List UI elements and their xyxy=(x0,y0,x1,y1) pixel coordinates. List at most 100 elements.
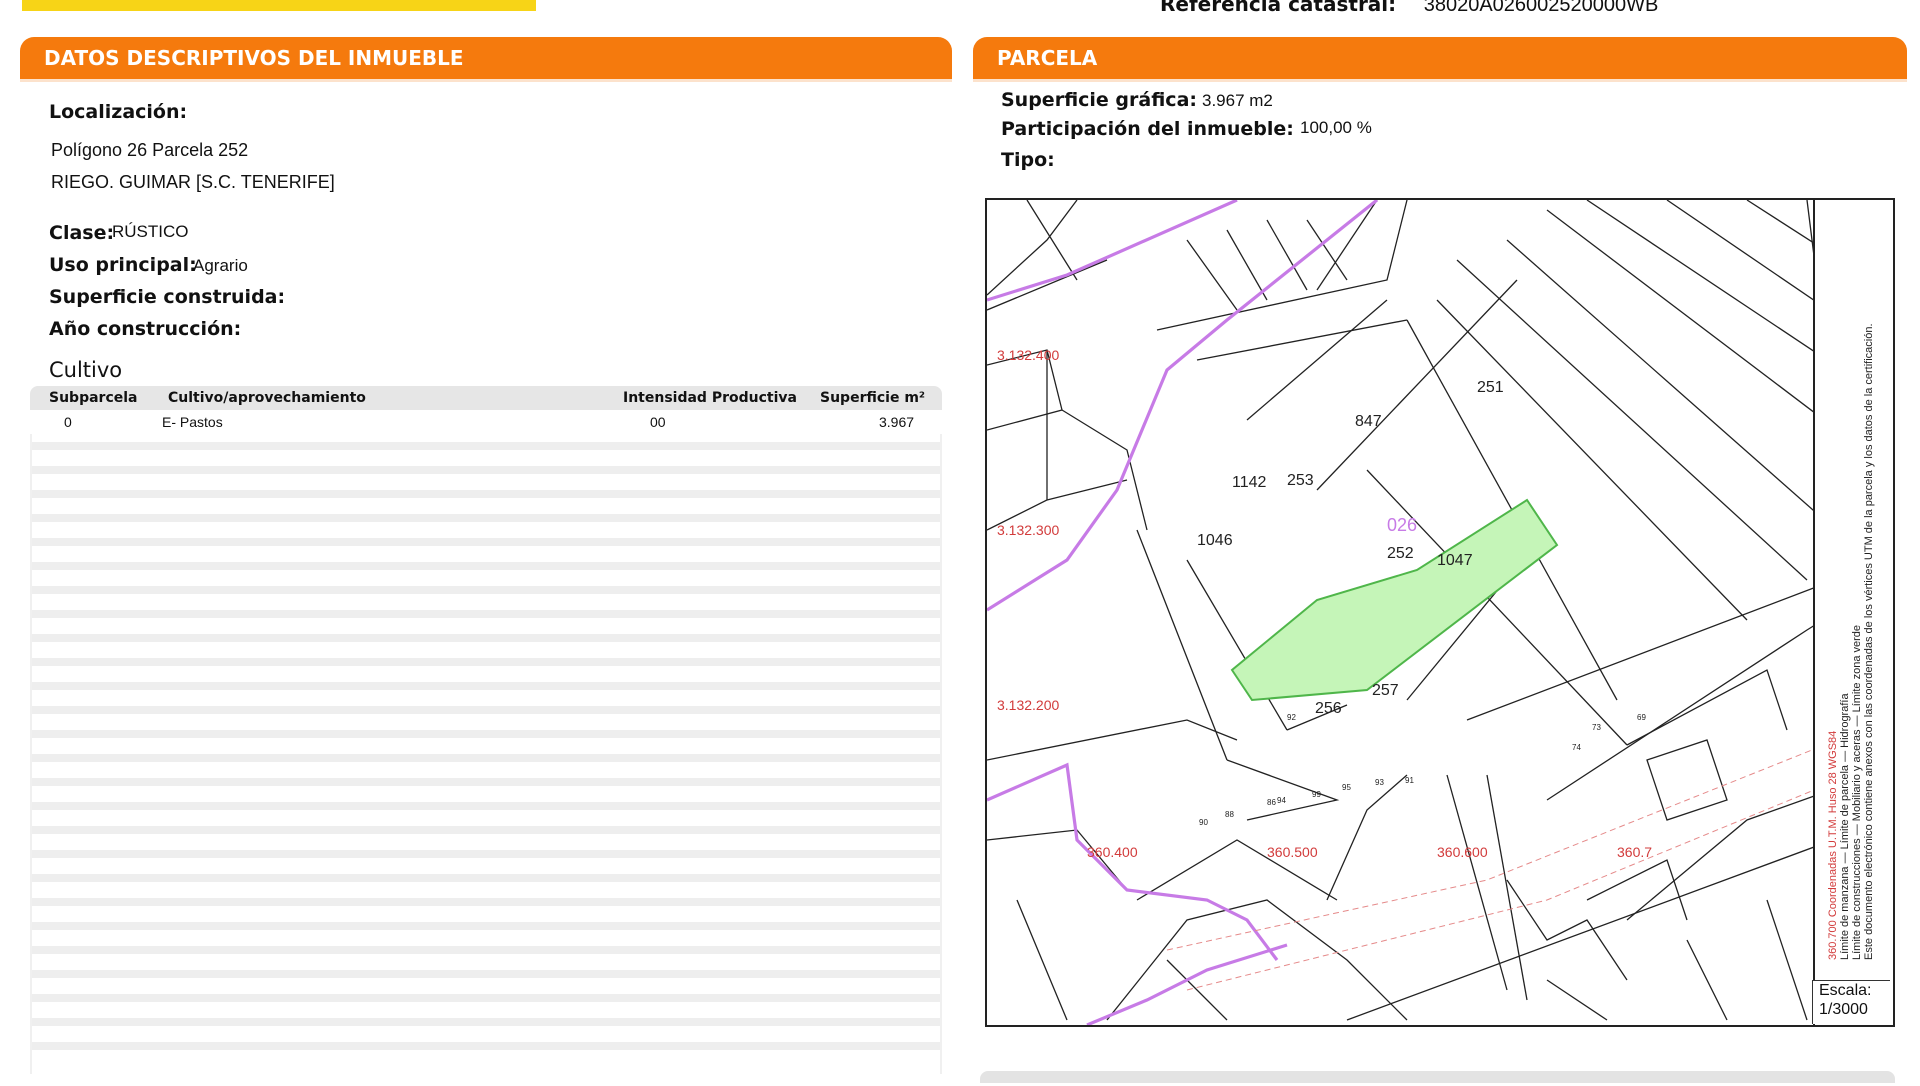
cell-subparcela: 0 xyxy=(64,414,72,430)
col-cultivo: Cultivo/aprovechamiento xyxy=(168,390,366,406)
participacion-value: 100,00 % xyxy=(1300,118,1372,137)
table-row: 0 E- Pastos 00 3.967 xyxy=(30,411,942,433)
col-superficie: Superficie m² xyxy=(820,390,926,406)
parcel-label: 256 xyxy=(1315,700,1342,717)
col-intensidad: Intensidad Productiva xyxy=(623,390,797,406)
sup-grafica-value: 3.967 m2 xyxy=(1202,91,1273,110)
table-row xyxy=(32,994,940,1002)
uso-label: Uso principal: xyxy=(49,254,197,276)
map-scale: Escala: 1/3000 xyxy=(1812,980,1890,1024)
parcel-label: 252 xyxy=(1387,545,1414,562)
table-row xyxy=(32,610,940,618)
table-row xyxy=(32,778,940,786)
sup-grafica-label: Superficie gráfica: xyxy=(1001,89,1197,111)
table-row xyxy=(32,1042,940,1050)
referencia-catastral: Referencia catastral: 38020A026002520000… xyxy=(1160,0,1658,17)
anio-construccion-label: Año construcción: xyxy=(49,318,242,340)
coord-label: 3.132.400 xyxy=(997,347,1059,363)
table-row xyxy=(32,898,940,906)
table-row xyxy=(32,1018,940,1026)
coord-label: 360.500 xyxy=(1267,844,1318,860)
cell-cultivo: E- Pastos xyxy=(162,414,223,430)
building-number-label: 99 xyxy=(1312,790,1321,799)
table-row xyxy=(32,490,940,498)
legend-text: 360.700 Coordenadas U.T.M. Huso 28 WGS84… xyxy=(1827,200,1875,960)
clase-label: Clase: xyxy=(49,222,115,244)
table-row xyxy=(32,586,940,594)
coord-label: 360.400 xyxy=(1087,844,1138,860)
table-row xyxy=(32,562,940,570)
next-section-header xyxy=(980,1071,1895,1083)
header-accent-bar xyxy=(22,0,536,11)
map-svg: 3.132.400 3.132.300 3.132.200 360.400 360.50… xyxy=(987,200,1888,1025)
building-number-label: 74 xyxy=(1572,743,1581,752)
parcel-label: 251 xyxy=(1477,379,1504,396)
coord-label: 360.7 xyxy=(1617,844,1652,860)
uso-value: Agrario xyxy=(193,256,248,275)
coord-label: 3.132.300 xyxy=(997,522,1059,538)
table-row xyxy=(32,874,940,882)
parcel-label: 1142 xyxy=(1232,474,1267,491)
participacion-label: Participación del inmueble: xyxy=(1001,118,1294,140)
section-title-datos: DATOS DESCRIPTIVOS DEL INMUEBLE xyxy=(44,46,464,70)
table-row xyxy=(32,466,940,474)
building-number-label: 69 xyxy=(1637,713,1646,722)
table-row xyxy=(32,802,940,810)
parcel-label: 847 xyxy=(1355,413,1382,430)
legend-col2: Límite de construcciones — Mobiliario y … xyxy=(1851,624,1863,960)
clase-value: RÚSTICO xyxy=(112,222,189,241)
parcel-label: 026 xyxy=(1387,515,1417,535)
localizacion-line1: Polígono 26 Parcela 252 xyxy=(51,140,249,160)
building-number-label: 92 xyxy=(1287,713,1296,722)
cadastral-map[interactable]: 3.132.400 3.132.300 3.132.200 360.400 360.50… xyxy=(985,198,1895,1027)
table-row xyxy=(32,826,940,834)
scale-value: 1/3000 xyxy=(1819,1001,1868,1018)
scale-label: Escala: xyxy=(1819,982,1872,999)
table-row xyxy=(32,442,940,450)
building-number-label: 90 xyxy=(1199,818,1208,827)
parcel-label: 257 xyxy=(1372,682,1399,699)
table-row xyxy=(32,514,940,522)
tipo-label: Tipo: xyxy=(1001,149,1055,171)
table-row xyxy=(32,850,940,858)
table-row xyxy=(32,634,940,642)
parcel-label: 253 xyxy=(1287,472,1314,489)
superficie-construida-label: Superficie construida: xyxy=(49,286,286,308)
cultivo-title: Cultivo xyxy=(49,358,123,382)
ref-label: Referencia catastral: xyxy=(1160,0,1397,16)
table-row xyxy=(32,970,940,978)
building-number-label: 95 xyxy=(1342,783,1351,792)
table-row xyxy=(32,730,940,738)
building-number-label: 86 xyxy=(1267,798,1276,807)
building-number-label: 91 xyxy=(1405,776,1414,785)
cell-superficie: 3.967 xyxy=(879,414,915,430)
table-row xyxy=(32,922,940,930)
table-row xyxy=(32,754,940,762)
section-header-datos: DATOS DESCRIPTIVOS DEL INMUEBLE xyxy=(20,37,952,79)
utm-label: 360.700 Coordenadas U.T.M. Huso 28 WGS84 xyxy=(1827,730,1839,960)
section-header-parcela: PARCELA xyxy=(973,37,1907,79)
building-number-label: 73 xyxy=(1592,723,1601,732)
table-row xyxy=(32,946,940,954)
table-row xyxy=(32,706,940,714)
parcel-label: 1047 xyxy=(1437,552,1473,569)
legend-col3: Este documento electrónico contiene anex… xyxy=(1863,323,1875,960)
col-subparcela: Subparcela xyxy=(49,390,138,406)
cultivo-table: Subparcela Cultivo/aprovechamiento Inten… xyxy=(30,386,942,1086)
table-row xyxy=(32,538,940,546)
section-title-parcela: PARCELA xyxy=(997,46,1098,70)
empty-rows xyxy=(30,434,942,1074)
building-number-label: 93 xyxy=(1375,778,1384,787)
legend-col1: Límite de manzana — Límite de parcela — … xyxy=(1839,693,1851,960)
table-row xyxy=(32,658,940,666)
building-number-label: 94 xyxy=(1277,796,1286,805)
coord-label: 360.600 xyxy=(1437,844,1488,860)
coord-label: 3.132.200 xyxy=(997,697,1059,713)
localizacion-label: Localización: xyxy=(49,101,188,123)
table-row xyxy=(32,682,940,690)
ref-value: 38020A026002520000WB xyxy=(1423,0,1659,16)
cultivo-table-header: Subparcela Cultivo/aprovechamiento Inten… xyxy=(30,386,942,410)
building-number-label: 88 xyxy=(1225,810,1234,819)
cell-intensidad: 00 xyxy=(650,414,666,430)
parcel-label: 1046 xyxy=(1197,532,1233,549)
